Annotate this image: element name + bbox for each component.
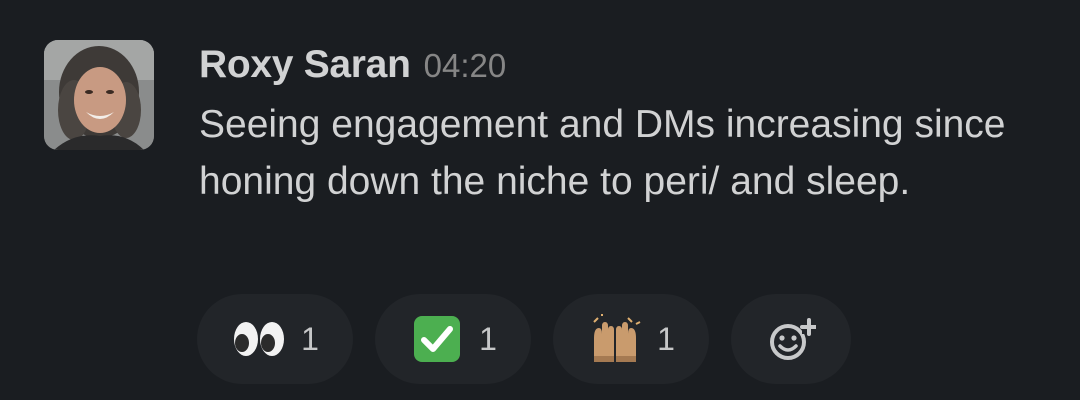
- message-content: Roxy Saran 04:20 Seeing engagement and D…: [199, 36, 1039, 210]
- add-reaction-button[interactable]: [731, 294, 851, 384]
- message-text: Seeing engagement and DMs increasing sin…: [199, 103, 1006, 203]
- reaction-check[interactable]: 1: [375, 294, 531, 384]
- add-reaction-icon: [763, 311, 819, 367]
- avatar[interactable]: [44, 40, 154, 150]
- message-header: Roxy Saran 04:20: [199, 36, 1039, 94]
- reaction-count: 1: [657, 320, 675, 357]
- reaction-count: 1: [301, 320, 319, 357]
- author-name[interactable]: Roxy Saran: [199, 36, 411, 94]
- raised-hands-emoji-icon: [587, 311, 643, 367]
- reaction-raised-hands[interactable]: 1: [553, 294, 709, 384]
- avatar-photo: [44, 40, 154, 150]
- message: Roxy Saran 04:20 Seeing engagement and D…: [0, 0, 1080, 400]
- reaction-count: 1: [479, 320, 497, 357]
- reactions-bar: 1 1 1: [197, 294, 851, 384]
- white-check-mark-emoji-icon: [409, 311, 465, 367]
- eyes-emoji-icon: [231, 311, 287, 367]
- reaction-eyes[interactable]: 1: [197, 294, 353, 384]
- timestamp[interactable]: 04:20: [424, 37, 507, 95]
